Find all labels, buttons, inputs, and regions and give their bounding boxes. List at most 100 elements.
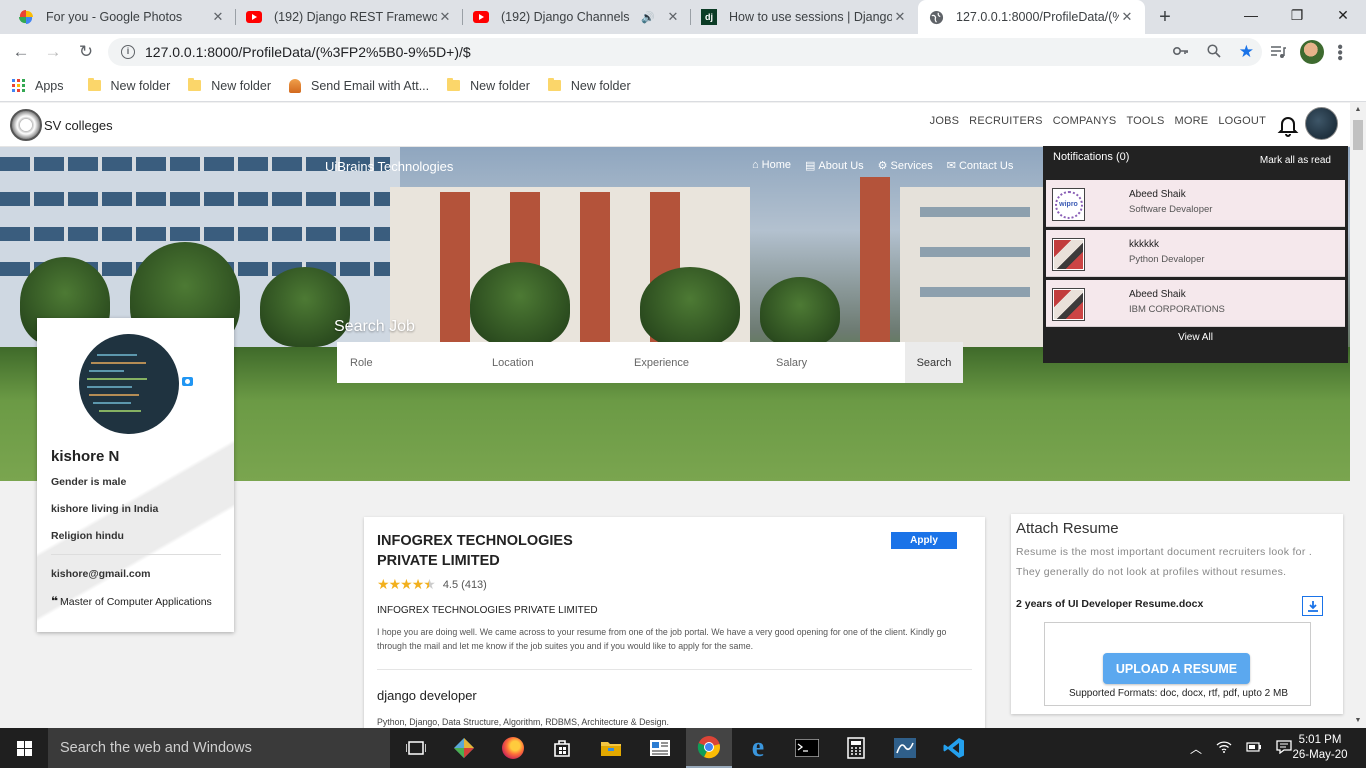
menu-more[interactable]: MORE [1175, 115, 1209, 127]
mysql-workbench-icon[interactable] [882, 728, 928, 768]
mark-all-read-link[interactable]: Mark all as read [1260, 155, 1331, 166]
maximize-button[interactable]: ❐ [1274, 0, 1320, 30]
notifications-count: Notifications (0) [1053, 151, 1130, 163]
user-avatar[interactable] [1305, 107, 1338, 140]
browser-toolbar: ← → ↻ i 127.0.0.1:8000/ProfileData/(%3FP… [0, 34, 1366, 70]
close-icon[interactable]: ✕ [892, 9, 908, 25]
bookmark-send-email[interactable]: Send Email with Att... [289, 78, 429, 93]
minimize-button[interactable]: — [1228, 0, 1274, 30]
hero-link-home[interactable]: ⌂ Home [752, 159, 791, 172]
close-icon[interactable]: ✕ [210, 9, 226, 25]
bookmark-folder[interactable]: New folder [87, 78, 170, 93]
profile-photo[interactable] [79, 334, 179, 434]
site-brand[interactable]: SV colleges [44, 118, 113, 133]
vscode-icon[interactable] [931, 728, 977, 768]
bookmark-folder[interactable]: New folder [188, 78, 271, 93]
view-all-link[interactable]: View All [1043, 332, 1348, 343]
bookmark-apps[interactable]: Apps [12, 79, 64, 93]
hero-link-about[interactable]: ▤ About Us [805, 159, 864, 172]
camera-icon[interactable] [182, 377, 193, 386]
store-icon[interactable] [539, 728, 585, 768]
hero-title[interactable]: UiBrains Technologies [325, 159, 453, 174]
battery-icon[interactable] [1246, 741, 1262, 755]
job-company[interactable]: INFOGREX TECHNOLOGIES PRIVATE LIMITED [377, 531, 617, 571]
tab-google-photos[interactable]: For you - Google Photos ✕ [8, 0, 236, 34]
address-bar[interactable]: i 127.0.0.1:8000/ProfileData/(%3FP2%5B0-… [108, 38, 1262, 66]
menu-jobs[interactable]: JOBS [930, 115, 960, 127]
bookmark-star-icon[interactable]: ★ [1239, 42, 1254, 62]
menu-recruiters[interactable]: RECRUITERS [969, 115, 1043, 127]
resume-description: Resume is the most important document re… [1016, 546, 1313, 578]
info-icon[interactable]: i [121, 45, 135, 59]
close-window-button[interactable]: ✕ [1320, 0, 1366, 30]
scroll-down-arrow[interactable]: ▼ [1350, 714, 1366, 728]
salary-input[interactable] [763, 342, 905, 383]
task-view-icon[interactable] [393, 728, 439, 768]
reload-icon[interactable]: ↻ [73, 39, 99, 65]
close-icon[interactable]: ✕ [665, 9, 681, 25]
bookmark-folder[interactable]: New folder [547, 78, 631, 93]
email-sender-icon [289, 78, 301, 93]
chrome-icon[interactable] [686, 728, 732, 768]
firefox-icon[interactable] [490, 728, 536, 768]
url-text[interactable]: 127.0.0.1:8000/ProfileData/(%3FP2%5B0-9%… [145, 44, 471, 60]
tab-django-rest[interactable]: (192) Django REST Framework ✕ [236, 0, 463, 34]
menu-tools[interactable]: TOOLS [1126, 115, 1164, 127]
tab-django-sessions[interactable]: dj How to use sessions | Django d ✕ [691, 0, 918, 34]
apps-grid-icon [12, 79, 25, 92]
star-half-icon: ★ [423, 576, 436, 592]
search-button[interactable]: Search [905, 342, 963, 383]
back-arrow-icon[interactable]: ← [8, 39, 34, 65]
taskbar-search[interactable]: Search the web and Windows [48, 728, 390, 768]
scroll-up-arrow[interactable]: ▲ [1350, 103, 1366, 117]
profile-location: kishore living in India [51, 503, 159, 515]
news-app-icon[interactable] [637, 728, 683, 768]
file-explorer-icon[interactable] [588, 728, 634, 768]
apply-button[interactable]: Apply [891, 532, 957, 549]
forward-arrow-icon[interactable]: → [40, 39, 66, 65]
upload-dropzone[interactable]: UPLOAD A RESUME Supported Formats: doc, … [1044, 622, 1311, 706]
sender-photo [1052, 238, 1085, 271]
more-menu-icon[interactable]: ••• [1331, 39, 1348, 65]
upload-resume-button[interactable]: UPLOAD A RESUME [1103, 653, 1250, 684]
bell-icon[interactable] [1276, 113, 1300, 137]
resume-filename[interactable]: 2 years of UI Developer Resume.docx [1016, 598, 1203, 610]
folder-icon [547, 78, 561, 91]
menu-companys[interactable]: COMPANYS [1053, 115, 1117, 127]
college-logo[interactable] [10, 109, 42, 141]
notification-item[interactable]: wipro Abeed Shaik Software Devaloper [1046, 180, 1345, 227]
role-input[interactable] [337, 342, 479, 383]
media-queue-icon[interactable] [1270, 39, 1286, 65]
user-avatar-icon[interactable] [1300, 39, 1324, 65]
hero-link-contact[interactable]: ✉ Contact Us [947, 159, 1014, 172]
close-icon[interactable]: ✕ [1119, 9, 1135, 25]
key-icon[interactable] [1172, 45, 1189, 59]
tab-title: (192) Django Channels and [501, 10, 631, 24]
bookmark-folder[interactable]: New folder [447, 78, 530, 93]
taskbar-clock[interactable]: 5:01 PM 26-May-20 [1290, 733, 1350, 763]
calculator-icon[interactable] [833, 728, 879, 768]
close-icon[interactable]: ✕ [437, 9, 453, 25]
scrollbar-thumb[interactable] [1353, 120, 1363, 150]
clock-date: 26-May-20 [1292, 749, 1348, 761]
speaker-icon[interactable]: 🔊 [641, 11, 655, 24]
tab-django-channels[interactable]: (192) Django Channels and 🔊 ✕ [463, 0, 691, 34]
zoom-icon[interactable] [1207, 43, 1221, 61]
terminal-icon[interactable] [784, 728, 830, 768]
new-tab-button[interactable]: + [1152, 4, 1178, 30]
notification-item[interactable]: Abeed Shaik IBM CORPORATIONS [1046, 280, 1345, 327]
notification-item[interactable]: kkkkkk Python Devaloper [1046, 230, 1345, 277]
tab-profile-data[interactable]: 127.0.0.1:8000/ProfileData/(%3 ✕ [918, 0, 1145, 34]
download-icon[interactable] [1302, 596, 1323, 616]
chevron-up-icon[interactable]: ︿ [1190, 740, 1202, 757]
edge-icon[interactable]: e [735, 728, 781, 768]
wifi-icon[interactable] [1216, 740, 1232, 756]
hero-link-services[interactable]: ⚙ Services [878, 159, 933, 172]
gitkraken-icon[interactable] [441, 728, 487, 768]
experience-input[interactable] [621, 342, 763, 383]
page-scrollbar[interactable]: ▲ ▼ [1350, 103, 1366, 728]
menu-logout[interactable]: LOGOUT [1218, 115, 1266, 127]
location-input[interactable] [479, 342, 621, 383]
job-title[interactable]: django developer [377, 688, 477, 703]
start-button[interactable] [0, 728, 48, 768]
